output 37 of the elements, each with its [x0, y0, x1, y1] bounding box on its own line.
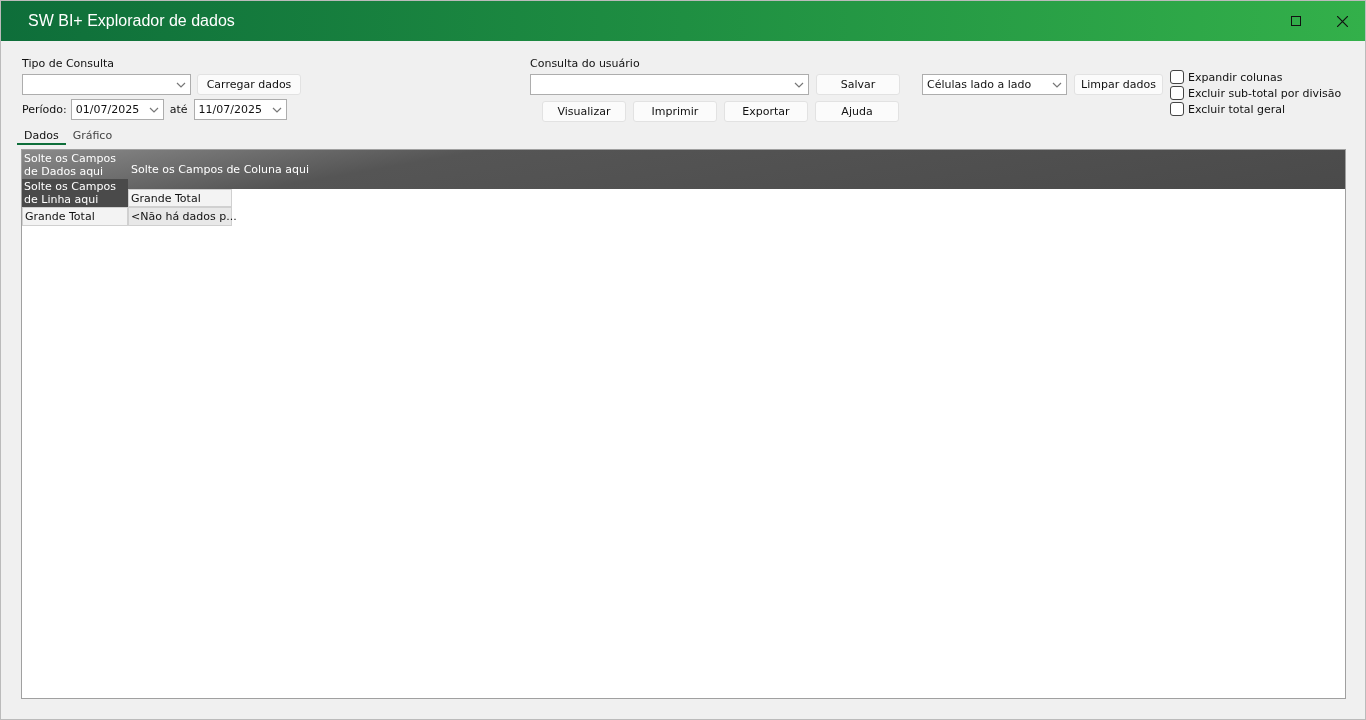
checkbox[interactable] — [1170, 102, 1184, 116]
window-title: SW BI+ Explorador de dados — [28, 12, 236, 30]
row-header: Grande Total — [22, 207, 128, 226]
row-drop-area: Solte os Campos de Linha aqui — [22, 179, 128, 207]
user-query-dropdown[interactable] — [530, 74, 809, 95]
save-button[interactable]: Salvar — [816, 74, 900, 95]
date-field[interactable]: 11/07/2025 — [193, 99, 287, 120]
column-header: Grande Total — [128, 189, 232, 207]
layout-dropdown[interactable]: Células lado a lado — [922, 74, 1067, 95]
period-label: Período: — [22, 103, 67, 116]
date-field[interactable]: 01/07/2025 — [70, 99, 164, 120]
until-label: até — [169, 103, 188, 116]
action-button[interactable]: Imprimir — [633, 101, 717, 122]
close-icon — [1336, 15, 1348, 27]
action-button[interactable]: Visualizar — [542, 101, 626, 122]
checkbox-label: Excluir total geral — [1188, 102, 1286, 116]
chevron-down-icon — [794, 81, 804, 88]
field-label: Tipo de Consulta — [22, 57, 116, 70]
chevron-down-icon — [1052, 81, 1062, 88]
checkbox-label: Excluir sub-total por divisão — [1188, 86, 1342, 100]
tab[interactable]: Gráfico — [65, 127, 120, 145]
column-drop-area: Solte os Campos de Coluna aqui — [128, 163, 1345, 176]
chevron-down-icon — [271, 106, 282, 113]
chevron-down-icon — [148, 106, 159, 113]
checkbox[interactable] — [1170, 70, 1184, 84]
field-label: Consulta do usuário — [530, 57, 641, 70]
chevron-down-icon — [176, 81, 186, 88]
checkbox[interactable] — [1170, 86, 1184, 100]
square-icon — [1291, 16, 1301, 26]
load-button[interactable]: Carregar dados — [197, 74, 301, 95]
query-type-dropdown[interactable] — [22, 74, 191, 95]
tab[interactable]: Dados — [17, 127, 66, 145]
action-button[interactable]: Ajuda — [815, 101, 899, 122]
checkbox-label: Expandir colunas — [1188, 70, 1283, 84]
clear-button[interactable]: Limpar dados — [1074, 74, 1163, 95]
action-button[interactable]: Exportar — [724, 101, 808, 122]
data-drop-area: Solte os Campos de Dados aqui — [22, 150, 128, 179]
